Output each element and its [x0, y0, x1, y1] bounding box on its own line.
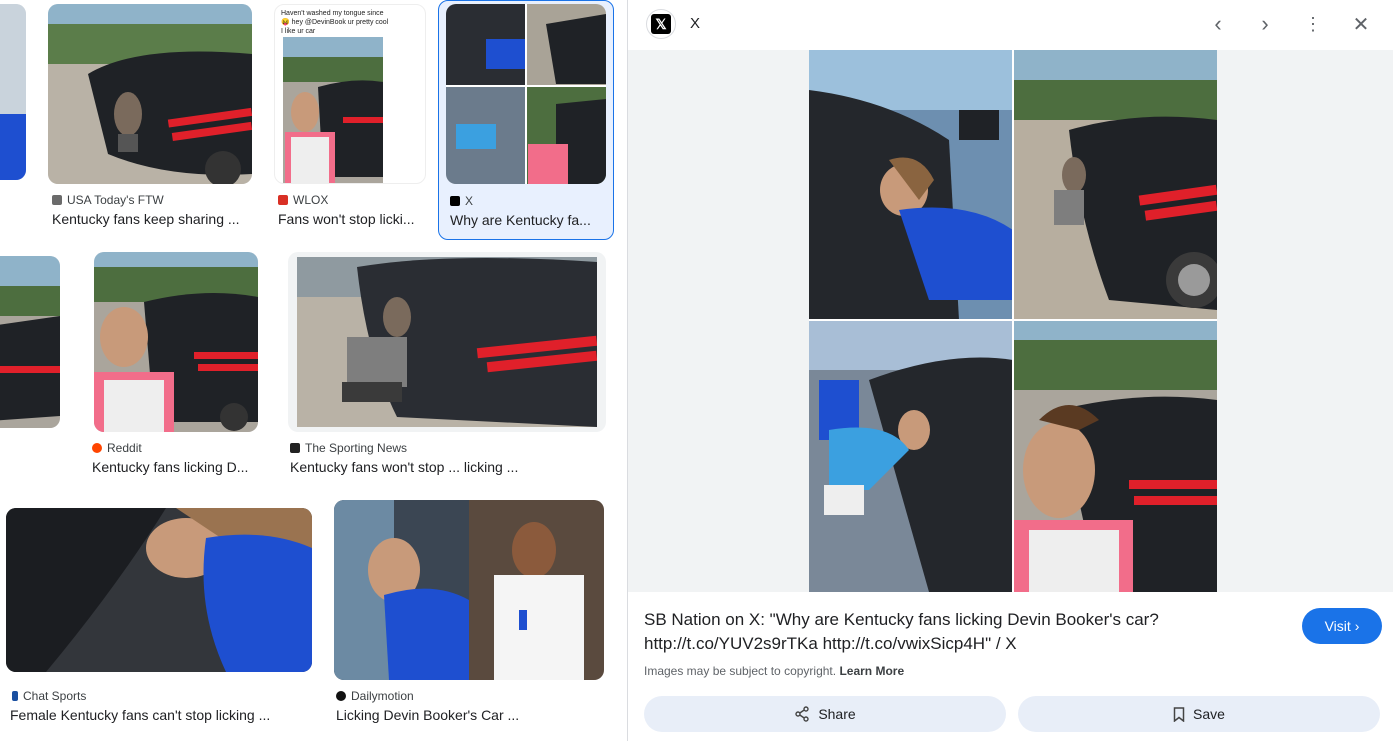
result-thumbnail[interactable]: [48, 4, 252, 184]
chat-sports-favicon-icon: [12, 691, 18, 701]
result-thumbnail[interactable]: [288, 252, 606, 432]
bookmark-icon: [1173, 706, 1185, 722]
learn-more-link[interactable]: Learn More: [839, 664, 904, 678]
result-thumbnail[interactable]: [446, 4, 606, 184]
result-title[interactable]: Kentucky fans won't stop ... licking ...: [290, 459, 600, 475]
result-title[interactable]: Why are Kentucky fa...: [450, 212, 605, 228]
result-thumbnail-partial[interactable]: [0, 256, 60, 428]
panel-header: 𝕏 X ‹ › ⋮ ✕: [628, 0, 1393, 50]
result-thumbnail[interactable]: Haven't washed my tongue since 😝 hey @De…: [274, 4, 426, 184]
sporting-news-favicon-icon: [290, 443, 300, 453]
image-preview-panel: 𝕏 X ‹ › ⋮ ✕ SB Nation on X: "Why are Ken…: [627, 0, 1393, 741]
copyright-notice: Images may be subject to copyright. Lear…: [644, 664, 905, 678]
result-title[interactable]: Fans won't stop licki...: [278, 211, 428, 227]
result-source: Chat Sports: [12, 689, 86, 703]
result-card-selected[interactable]: X Why are Kentucky fa...: [438, 0, 614, 240]
chevron-right-icon: ›: [1354, 618, 1360, 634]
result-thumbnail[interactable]: [94, 252, 258, 432]
save-button[interactable]: Save: [1018, 696, 1380, 732]
result-title[interactable]: Kentucky fans keep sharing ...: [52, 211, 252, 227]
visit-button[interactable]: Visit ›: [1302, 608, 1382, 644]
result-card[interactable]: Chat Sports Female Kentucky fans can't s…: [0, 496, 318, 732]
x-favicon-icon: [450, 196, 460, 206]
preview-image-stage: [628, 50, 1393, 592]
result-source: USA Today's FTW: [52, 193, 164, 207]
previous-icon[interactable]: ‹: [1202, 8, 1234, 40]
share-button[interactable]: Share: [644, 696, 1006, 732]
close-icon[interactable]: ✕: [1345, 8, 1377, 40]
result-card[interactable]: Reddit Kentucky fans licking D...: [86, 248, 266, 484]
result-card[interactable]: The Sporting News Kentucky fans won't st…: [284, 248, 610, 484]
result-thumbnail-partial[interactable]: [0, 4, 26, 180]
ftw-favicon-icon: [52, 195, 62, 205]
dailymotion-favicon-icon: [336, 691, 346, 701]
x-logo-icon: 𝕏: [646, 9, 676, 39]
result-card[interactable]: USA Today's FTW Kentucky fans keep shari…: [44, 0, 258, 236]
reddit-favicon-icon: [92, 443, 102, 453]
result-card[interactable]: Haven't washed my tongue since 😝 hey @De…: [270, 0, 432, 236]
result-source: X: [450, 194, 473, 208]
result-source: The Sporting News: [290, 441, 407, 455]
result-title[interactable]: Kentucky fans licking D...: [92, 459, 262, 475]
image-description[interactable]: SB Nation on X: "Why are Kentucky fans l…: [644, 608, 1204, 656]
next-icon[interactable]: ›: [1249, 8, 1281, 40]
share-icon: [795, 706, 810, 722]
wlox-favicon-icon: [278, 195, 288, 205]
result-source: WLOX: [278, 193, 328, 207]
result-title[interactable]: Licking Devin Booker's Car ...: [336, 707, 606, 723]
image-results-grid: USA Today's FTW Kentucky fans keep shari…: [0, 0, 627, 741]
result-source: Dailymotion: [336, 689, 414, 703]
tweet-caption: Haven't washed my tongue since 😝 hey @De…: [281, 10, 389, 35]
result-title[interactable]: Female Kentucky fans can't stop licking …: [10, 707, 310, 723]
panel-source-title: X: [690, 15, 701, 32]
more-options-icon[interactable]: ⋮: [1297, 8, 1329, 40]
result-thumbnail[interactable]: [6, 508, 312, 672]
preview-image[interactable]: [809, 50, 1222, 592]
result-card[interactable]: Dailymotion Licking Devin Booker's Car .…: [330, 496, 610, 732]
result-source: Reddit: [92, 441, 142, 455]
result-thumbnail[interactable]: [334, 500, 604, 680]
